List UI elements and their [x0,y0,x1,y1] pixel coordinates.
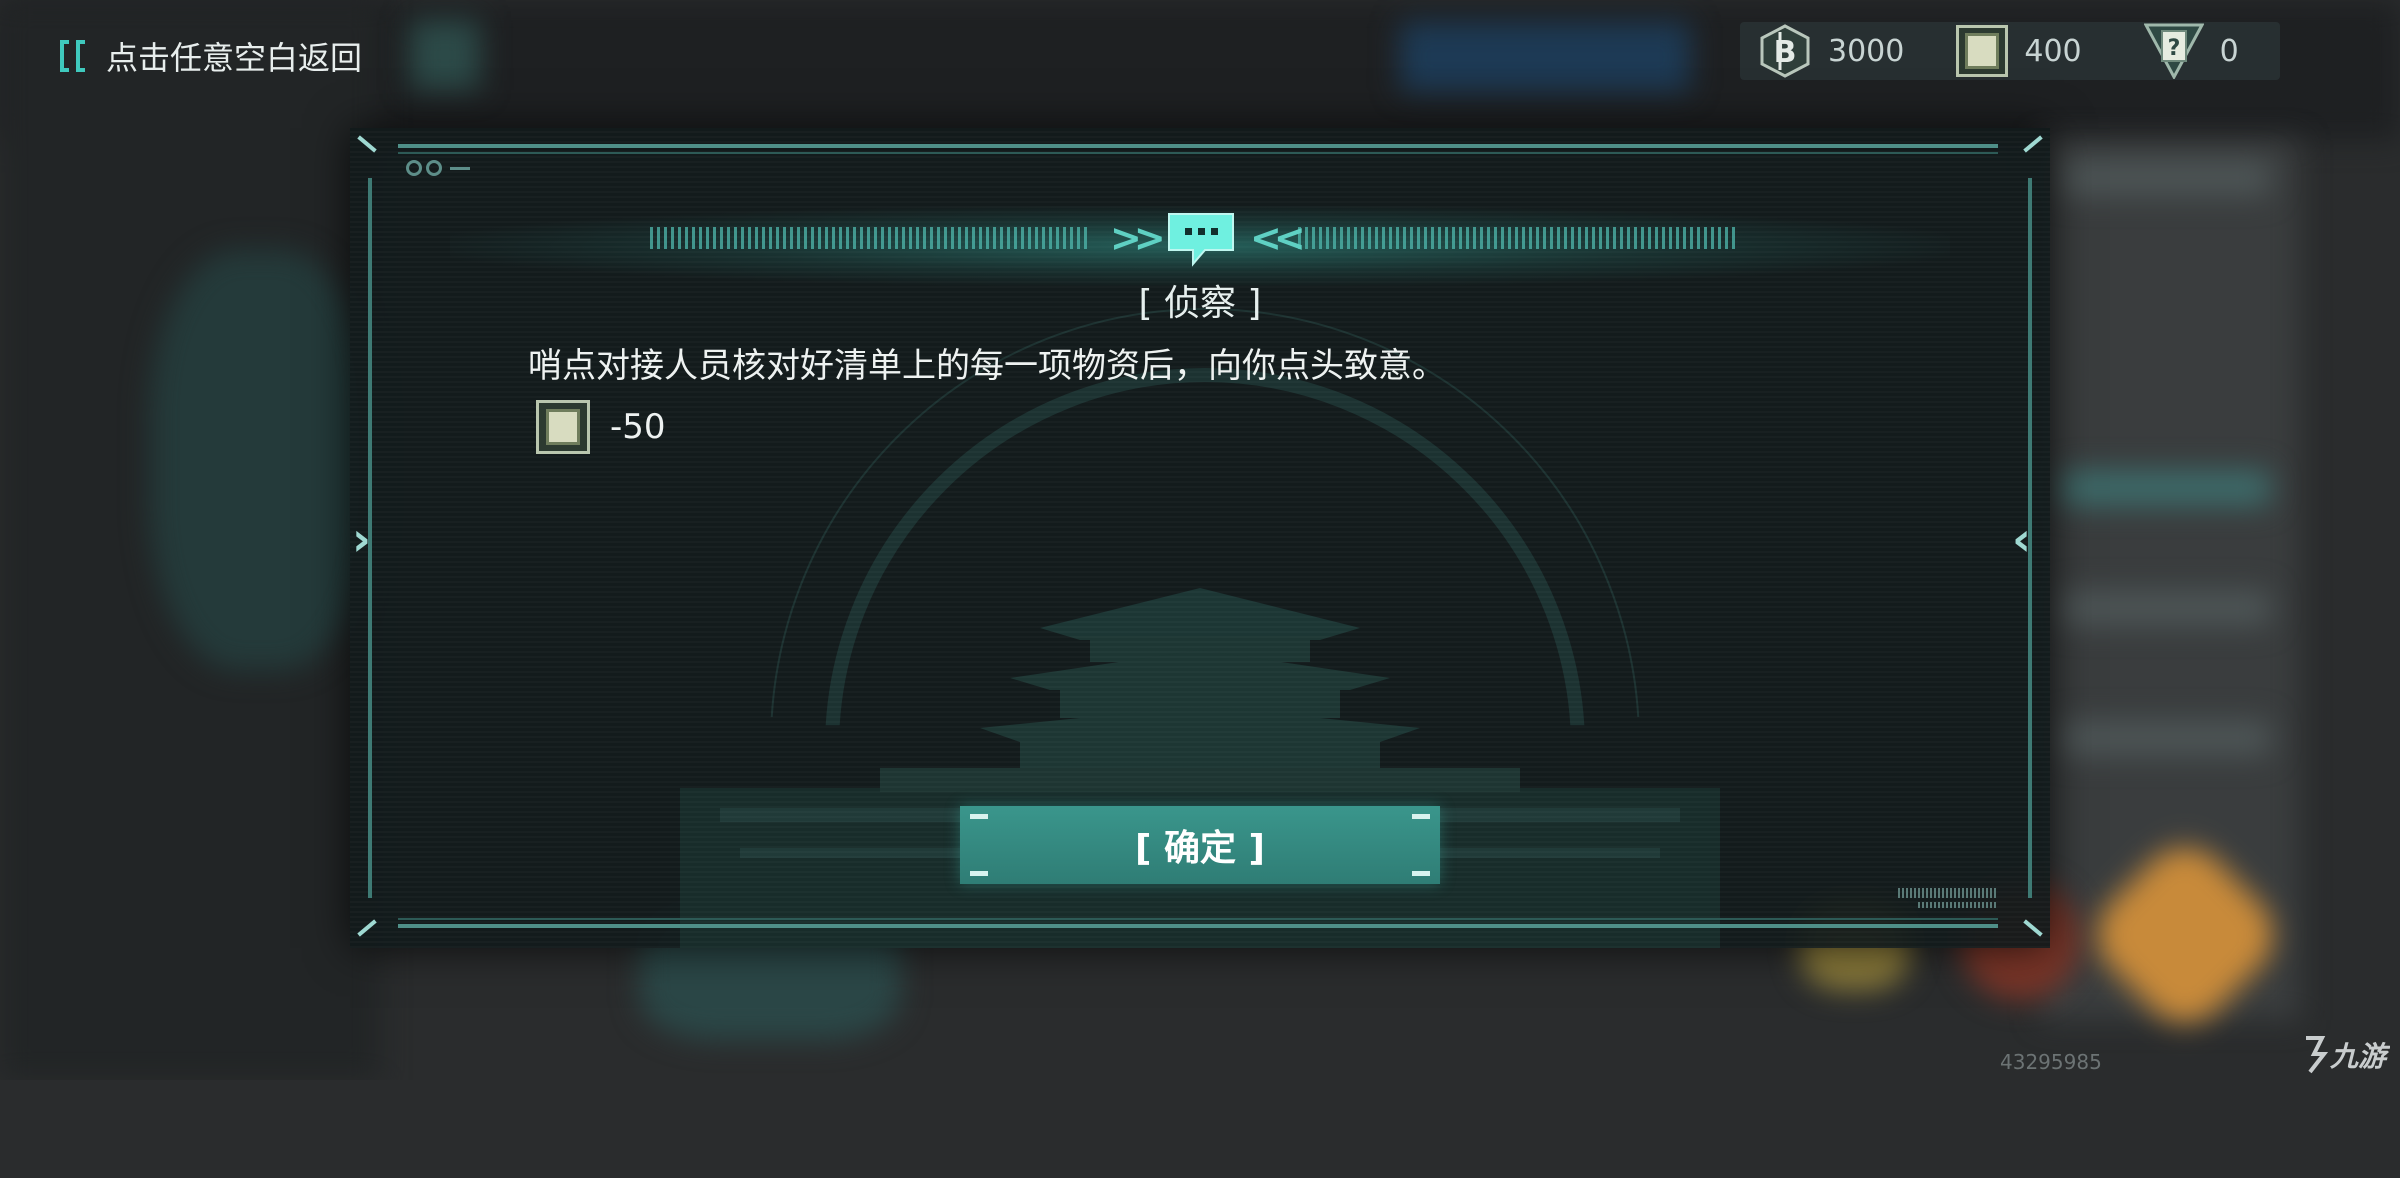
currency-bar: B 3000 400 ? 0 [1740,22,2280,80]
jiuyou-watermark-logo: 九游 [2306,1036,2390,1074]
double-chevron-right-icon: >> [1110,216,1166,260]
bg-teal-structure [150,250,370,670]
svg-text:九游: 九游 [2329,1040,2390,1073]
card-amount: 0 [2219,33,2239,69]
cost-row: -50 [536,400,666,454]
button-corner-tick [1412,814,1430,819]
coin-amount: 3000 [1828,33,1905,69]
tap-blank-to-return[interactable]: 点击任意空白返回 [58,30,362,82]
bg-right-row [2060,590,2270,626]
frame-border-bottom-inner [398,918,1998,920]
palace-silhouette-image [680,588,1720,948]
question-card-icon: ? [2143,23,2204,79]
chevron-right-icon: › [352,512,371,566]
double-bracket-icon [58,38,92,74]
confirm-button-label: [ 确定 ] [1135,828,1265,869]
bg-menu-square [410,20,480,90]
cost-amount: -50 [610,407,666,447]
button-corner-tick [1412,871,1430,876]
corner-tick [357,919,377,937]
header-stripes-right [1298,227,1738,249]
coin-b-icon: B [1760,24,1810,78]
watermark-id: 43295985 [2000,1050,2102,1074]
corner-tick [2023,135,2043,153]
supply-amount: 400 [2024,33,2082,69]
corner-tick [2023,919,2043,937]
chevron-left-icon: ‹ [2012,512,2031,566]
confirm-button[interactable]: [ 确定 ] [960,806,1440,884]
dialog-title: [ 侦察 ] [1138,283,1262,324]
double-chevron-left-icon: << [1250,216,1306,260]
currency-supplies: 400 [1956,25,2082,77]
decorative-barcode [1918,902,1998,908]
frame-border-top [398,144,1998,148]
bg-right-row [2060,470,2270,506]
back-hint-label: 点击任意空白返回 [106,39,363,77]
frame-border-bottom [398,924,1998,928]
decorative-dots [406,160,470,176]
button-corner-tick [970,814,988,819]
svg-text:B: B [1774,35,1797,70]
dialog-message: 哨点对接人员核对好清单上的每一项物资后，向你点头致意。 [528,346,1446,386]
supply-paper-icon [1956,25,2009,77]
bg-blue-button [1400,22,1690,92]
decorative-barcode [1898,888,1998,898]
header-stripes-left [650,227,1090,249]
bg-right-row [2060,720,2270,756]
supply-paper-icon [536,400,590,454]
svg-text:?: ? [2167,36,2180,61]
bg-right-row [2060,160,2270,196]
frame-border-top-inner [398,152,1998,154]
currency-coins: B 3000 [1758,24,1904,78]
currency-cards: ? 0 [2143,23,2239,79]
button-corner-tick [970,871,988,876]
chat-bubble-icon [1168,213,1234,267]
event-dialog: › ‹ >> << [ 侦察 ] 哨点对接人员核对好清单上的每一项物资后，向你点… [350,128,2050,948]
corner-tick [357,135,377,153]
